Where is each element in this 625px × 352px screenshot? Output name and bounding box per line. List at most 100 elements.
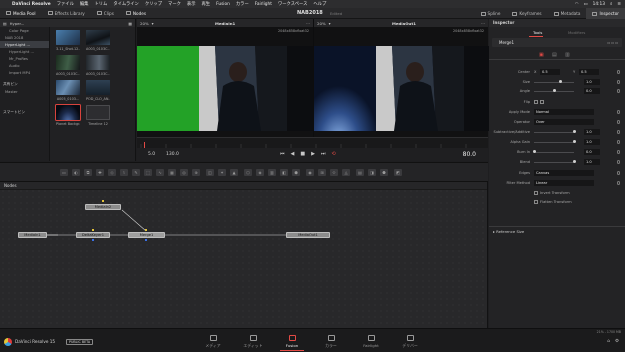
fusion-tool-button-icon[interactable]: ▤: [356, 169, 364, 176]
page-media[interactable]: メディア: [193, 335, 233, 349]
keyframe-icon[interactable]: [616, 150, 620, 154]
keyframe-icon[interactable]: [616, 181, 620, 185]
fusion-tool-button-icon[interactable]: ◫: [206, 169, 214, 176]
node-mediain2[interactable]: MediaIn2: [85, 204, 121, 210]
menu-fairlight[interactable]: Fairlight: [255, 2, 272, 7]
keyframe-icon[interactable]: [616, 120, 620, 124]
burn-in-slider-knob[interactable]: [533, 150, 536, 154]
channels-tab-icon[interactable]: ▤: [552, 52, 557, 58]
keyframe-icon[interactable]: [616, 140, 620, 144]
page-fusion[interactable]: Fusion: [272, 335, 312, 351]
keyframes-toggle[interactable]: Keyframes: [506, 8, 547, 19]
center-y-field[interactable]: 0.5: [579, 69, 599, 75]
size-slider-knob[interactable]: [559, 80, 562, 84]
flip-vertical-checkbox[interactable]: [540, 100, 544, 104]
subtractive-slider[interactable]: [534, 131, 574, 133]
clock[interactable]: 14:13: [593, 2, 605, 7]
page-deliver[interactable]: デリバー: [390, 335, 430, 349]
subtractive-field[interactable]: 1.0: [584, 129, 600, 135]
fusion-tool-button-icon[interactable]: ◨: [368, 169, 376, 176]
fusion-tool-button-icon[interactable]: ⌇: [120, 169, 128, 176]
size-slider[interactable]: [534, 81, 574, 83]
size-field[interactable]: 1.0: [584, 79, 600, 85]
viewer-zoom[interactable]: 20%: [140, 21, 149, 26]
node-input-pin[interactable]: [145, 229, 147, 231]
bin-item[interactable]: HyperLight ...: [0, 48, 49, 55]
flatten-transform-checkbox[interactable]: [534, 200, 538, 204]
clip-thumbnail[interactable]: A005_0103...: [56, 80, 80, 104]
render-end-frame[interactable]: 130.0: [166, 152, 179, 157]
fusion-tool-button-icon[interactable]: ∿: [156, 169, 164, 176]
keyframe-icon[interactable]: [616, 70, 620, 74]
subtractive-slider-knob[interactable]: [573, 130, 576, 134]
menu-help[interactable]: ヘルプ: [313, 1, 326, 7]
merge-tab-icon[interactable]: ▣: [539, 52, 544, 58]
reference-size-section[interactable]: ▸ Reference Size: [489, 226, 625, 236]
fusion-tool-button-icon[interactable]: ▭: [60, 169, 68, 176]
node-mediain1[interactable]: MediaIn1: [18, 232, 47, 238]
stop-icon[interactable]: ■: [300, 151, 305, 157]
keyframe-icon[interactable]: [616, 171, 620, 175]
media-pool-path[interactable]: Hyper...: [10, 21, 25, 26]
clip-thumbnail[interactable]: POD_CLO_AN...: [86, 80, 110, 104]
fusion-tool-button-icon[interactable]: ▦: [168, 169, 176, 176]
tool-header-icons[interactable]: ▫ ▫ ▫: [607, 38, 618, 47]
node-deltakeyer1[interactable]: DeltaKeyer1: [76, 232, 110, 238]
fusion-tool-button-icon[interactable]: ✎: [132, 169, 140, 176]
fusion-tool-button-icon[interactable]: ◇: [108, 169, 116, 176]
burn-in-field[interactable]: 0.0: [584, 149, 600, 155]
fusion-tool-button-icon[interactable]: ◉: [306, 169, 314, 176]
menu-trim[interactable]: トリム: [94, 1, 107, 7]
play-reverse-icon[interactable]: ◀: [291, 151, 295, 157]
clip-thumbnail[interactable]: A003_0103C...: [56, 55, 80, 79]
fusion-tool-button-icon[interactable]: ◎: [180, 169, 188, 176]
bin-item[interactable]: Mr_ProRes: [0, 55, 49, 62]
effects-library-toggle[interactable]: Effects Library: [42, 8, 91, 19]
clip-thumbnail[interactable]: A003_0103C...: [86, 55, 110, 79]
node-input-pin[interactable]: [92, 229, 94, 231]
node-mask-pin[interactable]: [92, 239, 94, 241]
fusion-tool-button-icon[interactable]: ⬢: [292, 169, 300, 176]
fusion-tool-button-icon[interactable]: ✦: [218, 169, 226, 176]
node-editor[interactable]: Nodes MediaIn2 MediaIn1 DeltaKeyer1 Merg…: [0, 182, 488, 328]
blend-slider-knob[interactable]: [573, 160, 576, 164]
fusion-tool-button-icon[interactable]: ⊕: [192, 169, 200, 176]
current-frame[interactable]: 80.0: [463, 151, 476, 158]
bin-item-selected[interactable]: HyperLight ...: [0, 41, 49, 48]
menu-playback[interactable]: 再生: [202, 1, 211, 7]
fusion-tool-button-icon[interactable]: ⟐: [330, 169, 338, 176]
edges-select[interactable]: Canvas: [534, 170, 594, 176]
fusion-tool-button-icon[interactable]: ▥: [268, 169, 276, 176]
viewer-zoom[interactable]: 20%: [317, 21, 326, 26]
menu-color[interactable]: カラー: [236, 1, 249, 7]
flip-horizontal-checkbox[interactable]: [534, 100, 538, 104]
burn-in-slider[interactable]: [534, 151, 574, 153]
alpha-gain-slider[interactable]: [534, 141, 574, 143]
alpha-gain-slider-knob[interactable]: [573, 140, 576, 144]
tab-modifiers[interactable]: Modifiers: [568, 30, 585, 35]
filter-method-select[interactable]: Linear: [534, 180, 594, 186]
chevron-down-icon[interactable]: ▾: [152, 21, 154, 26]
chevron-down-icon[interactable]: ▾: [329, 21, 331, 26]
fusion-tool-button-icon[interactable]: ◬: [342, 169, 350, 176]
fusion-tool-button-icon[interactable]: ⬣: [380, 169, 388, 176]
angle-field[interactable]: 0.0: [584, 88, 600, 94]
apply-mode-select[interactable]: Normal: [534, 109, 594, 115]
page-fairlight[interactable]: Fairlight: [351, 335, 391, 348]
settings-icon[interactable]: ⚙: [615, 339, 619, 344]
bin-list-icon[interactable]: ▤: [3, 21, 7, 26]
loop-icon[interactable]: ⟲: [331, 151, 335, 157]
home-icon[interactable]: ⌂: [607, 339, 610, 344]
clips-toggle[interactable]: Clips: [91, 8, 120, 19]
viewer-right-image[interactable]: [314, 46, 489, 131]
fusion-tool-button-icon[interactable]: ⬡: [244, 169, 252, 176]
spline-toggle[interactable]: Spline: [475, 8, 507, 19]
fusion-tool-button-icon[interactable]: ◈: [256, 169, 264, 176]
battery-icon[interactable]: ▭: [584, 2, 588, 7]
inspector-toggle[interactable]: Inspector: [586, 8, 625, 19]
menu-view[interactable]: 表示: [187, 1, 196, 7]
menu-workspace[interactable]: ワークスペース: [278, 1, 307, 7]
view-grid-icon[interactable]: ▦: [128, 21, 135, 26]
wifi-icon[interactable]: ◠: [575, 2, 579, 7]
center-x-field[interactable]: 0.5: [540, 69, 560, 75]
